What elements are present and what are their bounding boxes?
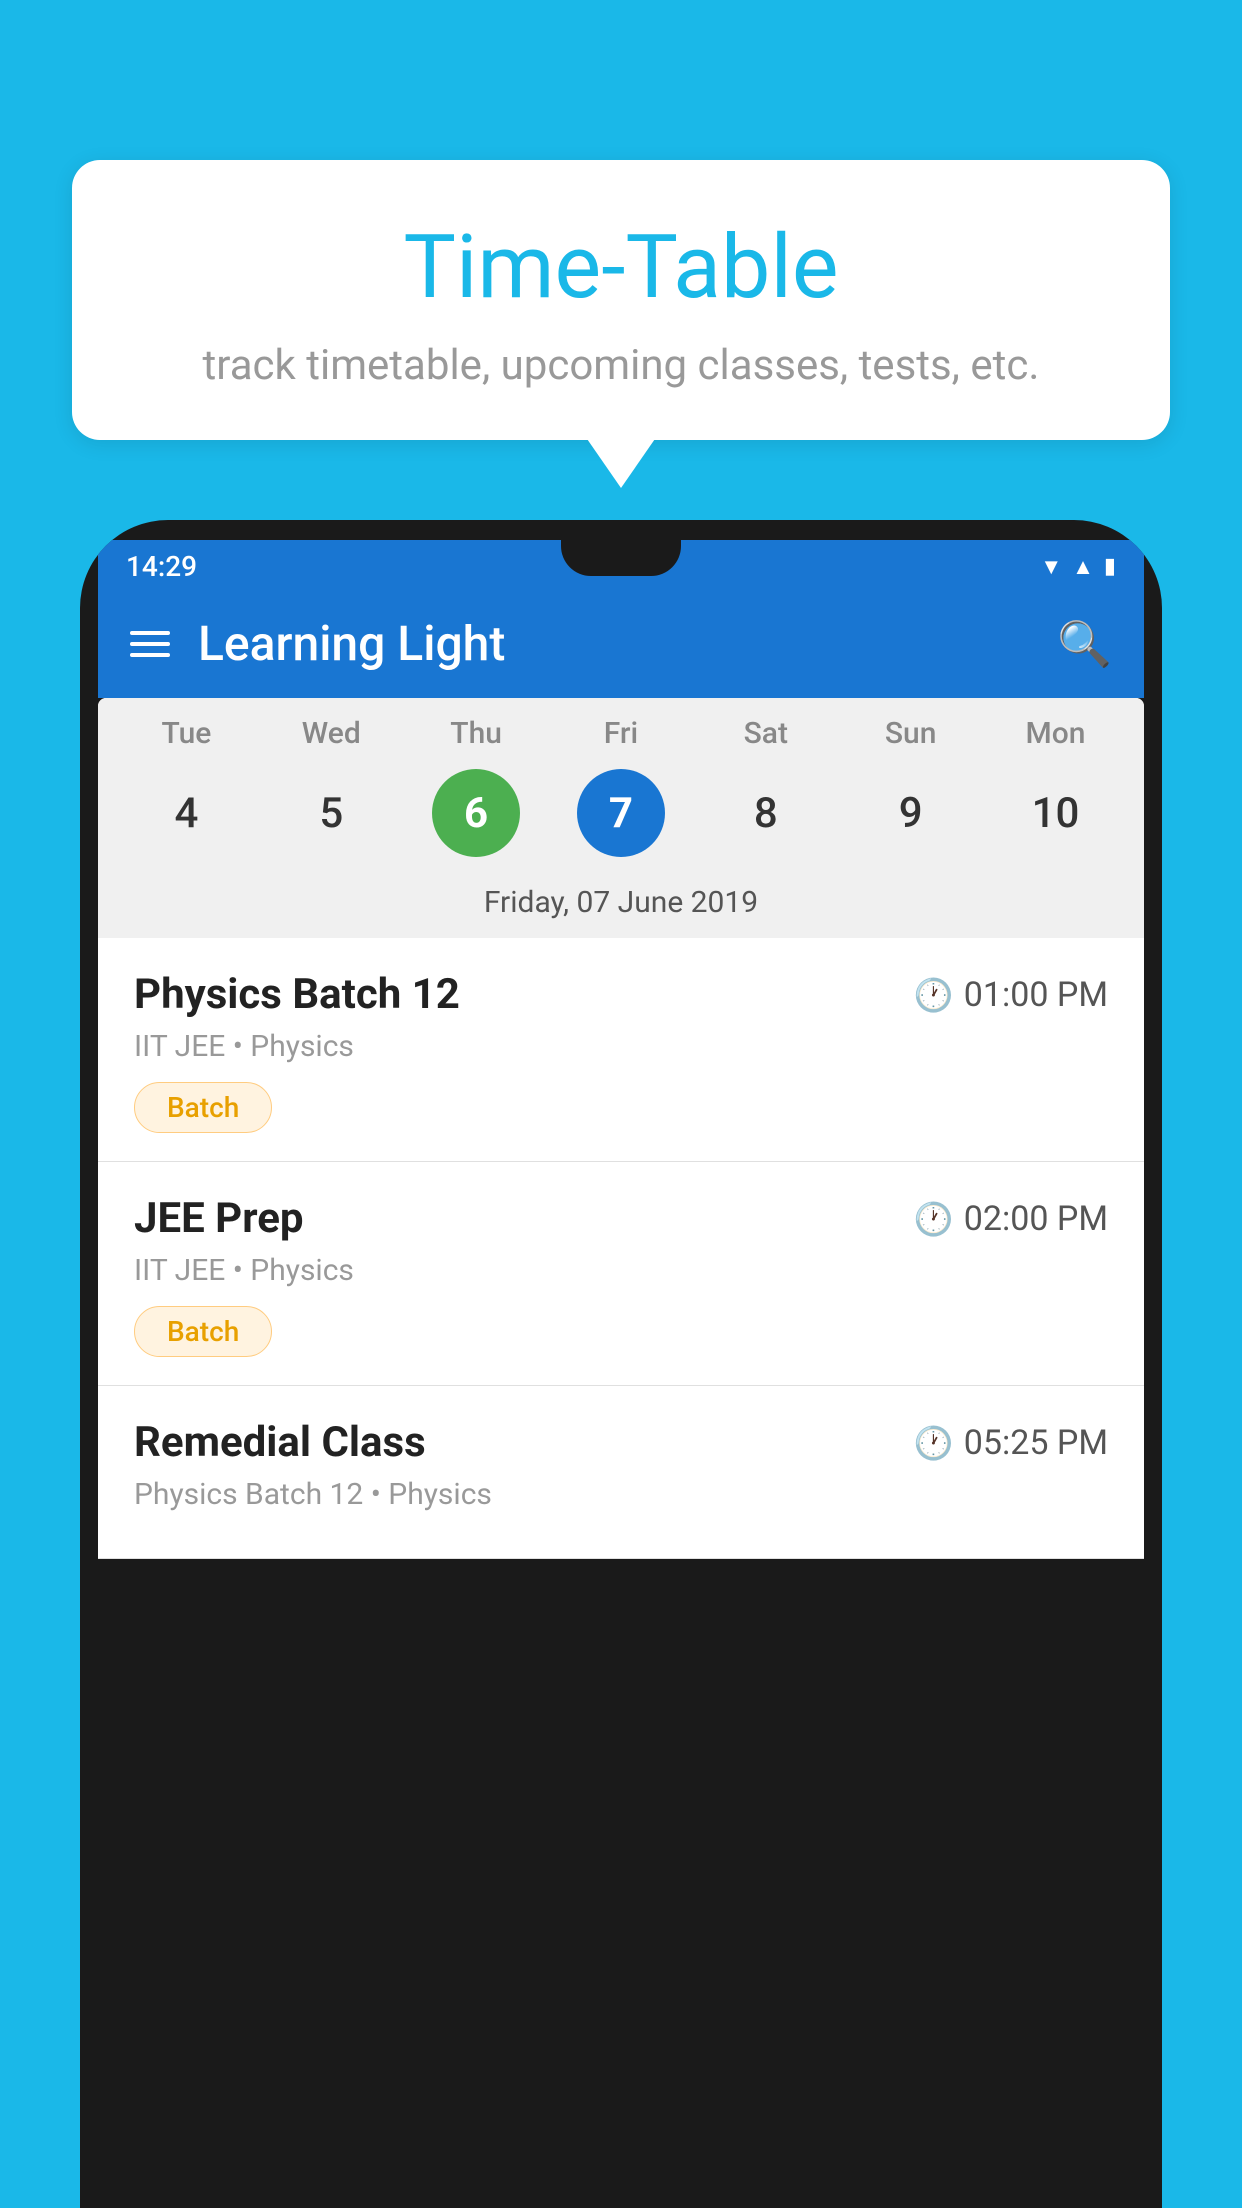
schedule-time: 🕐 02:00 PM	[914, 1199, 1108, 1239]
batch-tag: Batch	[134, 1082, 272, 1133]
schedule-item-header: Physics Batch 12 🕐 01:00 PM	[134, 970, 1108, 1019]
clock-icon: 🕐	[914, 1424, 954, 1462]
bubble-title: Time-Table	[112, 220, 1130, 317]
selected-date: Friday, 07 June 2019	[98, 875, 1144, 938]
day-number-9[interactable]: 9	[867, 769, 955, 857]
phone-screen: Tue Wed Thu Fri Sat Sun Mon 456789 10 Friday, 0…	[98, 698, 1144, 1559]
day-header-fri: Fri	[577, 716, 665, 751]
calendar-strip: Tue Wed Thu Fri Sat Sun Mon 456789 10 Friday, 0…	[98, 698, 1144, 938]
day-header-wed: Wed	[287, 716, 375, 751]
phone-frame: 14:29 ▼ ▲ ▮ Learning Light 🔍 Tue Wed Thu Fr…	[80, 520, 1162, 2208]
schedule-subtitle: IIT JEE • Physics	[134, 1029, 1108, 1064]
day-number-6[interactable]: 6	[432, 769, 520, 857]
day-number-10[interactable]: 10	[1011, 769, 1099, 857]
schedule-subtitle: IIT JEE • Physics	[134, 1253, 1108, 1288]
schedule-subtitle: Physics Batch 12 • Physics	[134, 1477, 1108, 1512]
day-numbers[interactable]: 456789 10	[98, 761, 1144, 875]
clock-icon: 🕐	[914, 1200, 954, 1238]
menu-icon[interactable]	[130, 631, 170, 657]
time-value: 01:00 PM	[964, 975, 1108, 1015]
day-number-4[interactable]: 4	[142, 769, 230, 857]
schedule-name: JEE Prep	[134, 1194, 304, 1243]
speech-bubble: Time-Table track timetable, upcoming cla…	[72, 160, 1170, 440]
status-bar: 14:29 ▼ ▲ ▮	[98, 540, 1144, 589]
time-value: 05:25 PM	[964, 1423, 1108, 1463]
time-value: 02:00 PM	[964, 1199, 1108, 1239]
day-header-thu: Thu	[432, 716, 520, 751]
day-header-tue: Tue	[142, 716, 230, 751]
bubble-subtitle: track timetable, upcoming classes, tests…	[112, 341, 1130, 390]
status-icons: ▼ ▲ ▮	[1040, 554, 1116, 580]
clock-icon: 🕐	[914, 976, 954, 1014]
day-headers: Tue Wed Thu Fri Sat Sun Mon	[98, 716, 1144, 761]
schedule-list: Physics Batch 12 🕐 01:00 PM IIT JEE • Ph…	[98, 938, 1144, 1559]
schedule-time: 🕐 05:25 PM	[914, 1423, 1108, 1463]
day-number-8[interactable]: 8	[722, 769, 810, 857]
day-header-sun: Sun	[867, 716, 955, 751]
day-header-sat: Sat	[722, 716, 810, 751]
battery-icon: ▮	[1104, 554, 1116, 579]
wifi-icon: ▼	[1040, 554, 1062, 580]
app-title: Learning Light	[198, 615, 1029, 672]
day-number-5[interactable]: 5	[287, 769, 375, 857]
app-header: Learning Light 🔍	[98, 589, 1144, 698]
day-number-7[interactable]: 7	[577, 769, 665, 857]
schedule-time: 🕐 01:00 PM	[914, 975, 1108, 1015]
schedule-name: Physics Batch 12	[134, 970, 460, 1019]
schedule-item-1[interactable]: JEE Prep 🕐 02:00 PM IIT JEE • Physics Ba…	[98, 1162, 1144, 1386]
signal-icon: ▲	[1072, 554, 1094, 580]
batch-tag: Batch	[134, 1306, 272, 1357]
schedule-item-header: Remedial Class 🕐 05:25 PM	[134, 1418, 1108, 1467]
search-icon[interactable]: 🔍	[1057, 618, 1112, 670]
schedule-item-header: JEE Prep 🕐 02:00 PM	[134, 1194, 1108, 1243]
schedule-name: Remedial Class	[134, 1418, 426, 1467]
schedule-item-2[interactable]: Remedial Class 🕐 05:25 PM Physics Batch …	[98, 1386, 1144, 1559]
status-time: 14:29	[126, 550, 197, 583]
day-header-mon: Mon	[1011, 716, 1099, 751]
schedule-item-0[interactable]: Physics Batch 12 🕐 01:00 PM IIT JEE • Ph…	[98, 938, 1144, 1162]
